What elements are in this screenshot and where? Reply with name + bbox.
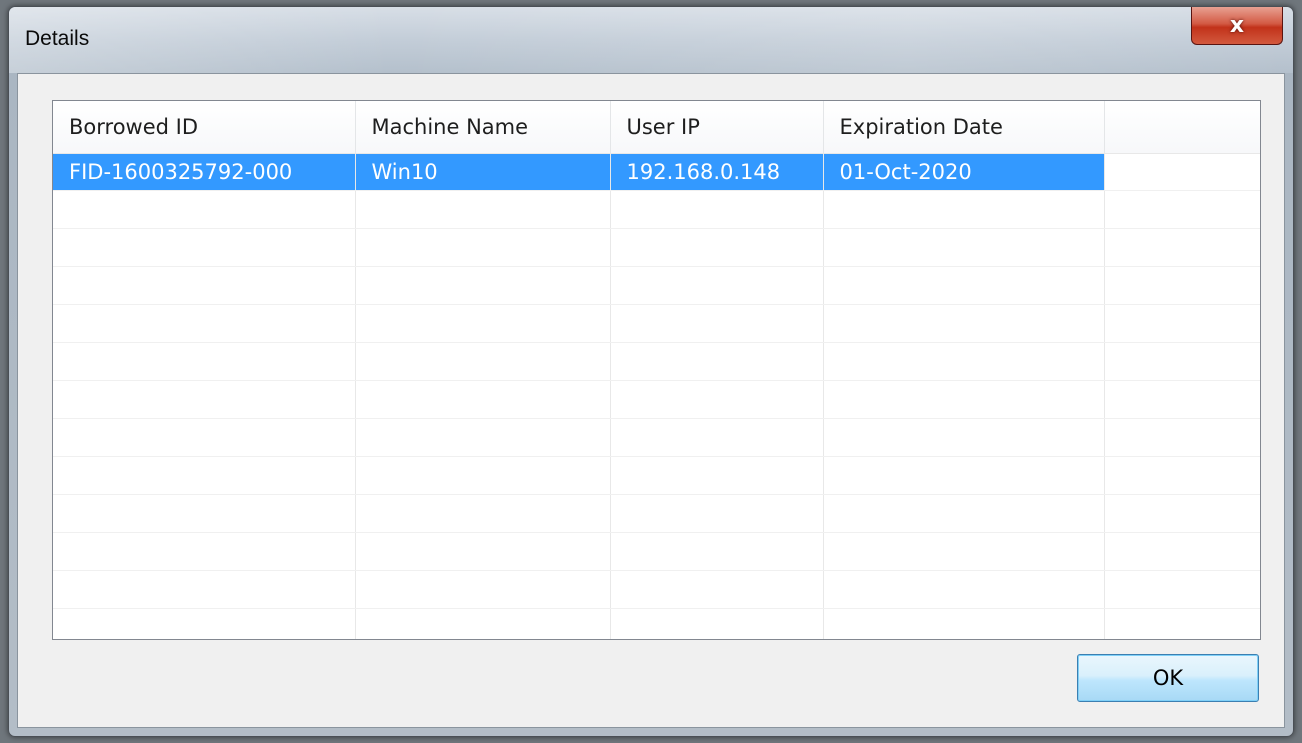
cell-empty [1104,153,1260,191]
cell-borrowed-id: FID-1600325792-000 [53,153,356,191]
close-icon: x [1229,12,1245,38]
empty-row [53,456,1260,495]
column-header-machine-name[interactable]: Machine Name [355,101,611,154]
column-header-empty [1104,101,1260,154]
table-row[interactable]: FID-1600325792-000 Win10 192.168.0.148 0… [53,153,1260,191]
ok-button[interactable]: OK [1077,654,1259,702]
title-bar[interactable]: Details x [9,7,1293,73]
cell-user-ip: 192.168.0.148 [610,153,824,191]
cell-machine-name: Win10 [355,153,611,191]
empty-row [53,380,1260,419]
details-dialog: Details x Borrowed ID Machine Name User … [8,6,1294,737]
details-table: Borrowed ID Machine Name User IP Expirat… [53,101,1260,639]
empty-row [53,342,1260,381]
column-header-borrowed-id[interactable]: Borrowed ID [53,101,356,154]
empty-row [53,494,1260,533]
empty-row [53,304,1260,343]
close-button[interactable]: x [1191,7,1283,45]
empty-row [53,190,1260,229]
empty-row [53,418,1260,457]
empty-row [53,532,1260,571]
empty-row [53,570,1260,609]
window-title: Details [25,27,90,50]
details-list-view[interactable]: Borrowed ID Machine Name User IP Expirat… [52,100,1261,640]
column-header-expiration-date[interactable]: Expiration Date [823,101,1105,154]
dialog-client-area: Borrowed ID Machine Name User IP Expirat… [17,73,1285,728]
empty-row [53,608,1260,639]
empty-row [53,266,1260,305]
column-header-user-ip[interactable]: User IP [610,101,824,154]
header-row: Borrowed ID Machine Name User IP Expirat… [53,101,1260,154]
cell-expiration-date: 01-Oct-2020 [823,153,1105,191]
empty-row [53,228,1260,267]
